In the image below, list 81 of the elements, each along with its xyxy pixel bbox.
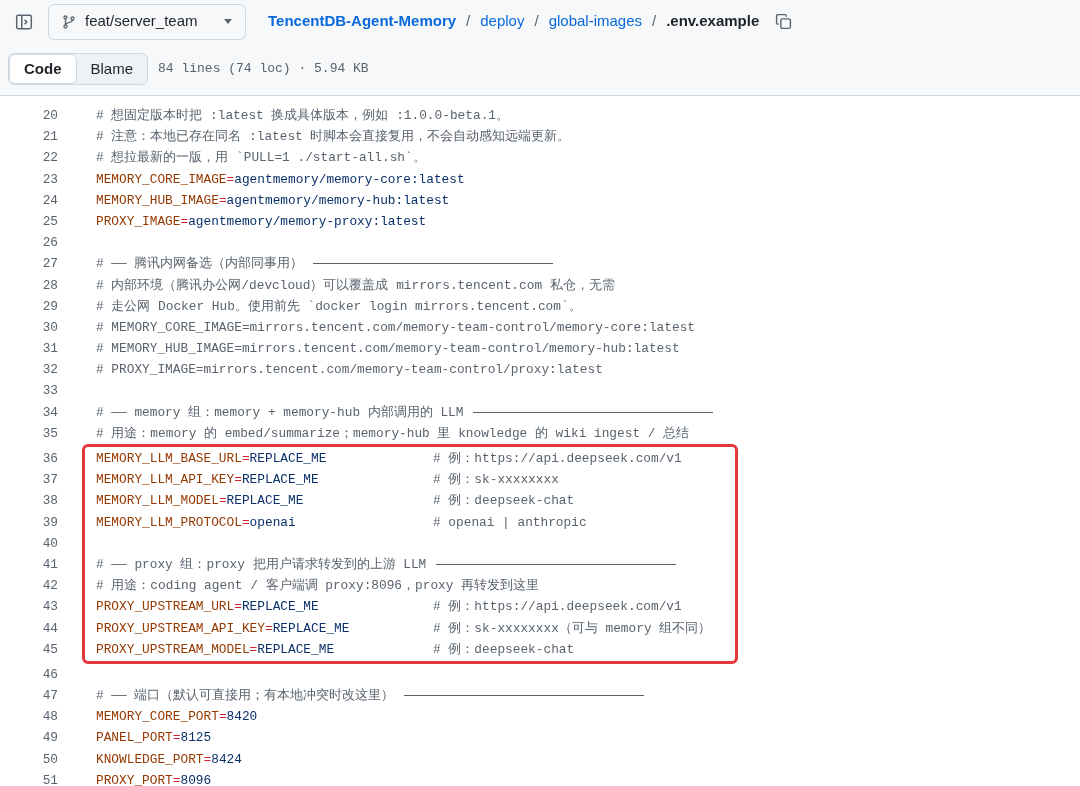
view-tab[interactable]: Blame bbox=[76, 54, 148, 84]
line-number: 25 bbox=[41, 212, 58, 231]
code-comment: # —— proxy 组：proxy 把用户请求转发到的上游 LLM bbox=[96, 555, 427, 574]
file-name: .env.example bbox=[666, 11, 760, 32]
line-number: 32 bbox=[41, 361, 58, 380]
line-number: 42 bbox=[41, 577, 58, 596]
line-number: 44 bbox=[41, 619, 58, 638]
code-assignment: MEMORY_CORE_IMAGE=agentmemory/memory-core:latest bbox=[96, 170, 465, 189]
code-assignment: PROXY_UPSTREAM_API_KEY=REPLACE_ME bbox=[96, 619, 351, 638]
code-assignment: MEMORY_HUB_IMAGE=agentmemory/memory-hub:latest bbox=[96, 191, 450, 210]
caret-icon bbox=[223, 18, 233, 25]
line-number: 23 bbox=[41, 170, 58, 189]
code-comment: # 例：sk-xxxxxxxx（可与 memory 组不同） bbox=[433, 619, 712, 638]
code-comment: # 例：https://api.deepseek.com/v1 bbox=[433, 598, 682, 617]
line-number: 26 bbox=[41, 234, 58, 253]
code-comment: # 想固定版本时把 :latest 换成具体版本，例如 :1.0.0-beta.1。 bbox=[96, 107, 509, 125]
code-comment: # 想拉最新的一版，用 `PULL=1 ./start-all.sh`。 bbox=[96, 149, 426, 168]
line-number: 34 bbox=[41, 403, 58, 422]
line-number: 36 bbox=[41, 450, 58, 468]
breadcrumb-link[interactable]: global-images bbox=[548, 10, 642, 33]
code-comment: # MEMORY_HUB_IMAGE=mirrors.tencent.com/memory-team-control/memory-hub:latest bbox=[96, 340, 680, 359]
line-number: 27 bbox=[41, 255, 58, 274]
line-number: 29 bbox=[41, 297, 58, 316]
code-comment: # openai | anthropic bbox=[433, 513, 587, 532]
breadcrumb-separator: / bbox=[534, 11, 539, 32]
code-comment: # 例：https://api.deepseek.com/v1 bbox=[433, 450, 682, 468]
breadcrumb-link[interactable]: deploy bbox=[480, 10, 525, 33]
code-assignment: PANEL_PORT=8125 bbox=[96, 729, 212, 748]
line-number: 43 bbox=[41, 598, 58, 617]
code-assignment: KNOWLEDGE_PORT=8424 bbox=[96, 750, 242, 769]
line-number: 33 bbox=[41, 382, 58, 401]
breadcrumb-separator: / bbox=[652, 11, 657, 32]
code-assignment: PROXY_UPSTREAM_URL=REPLACE_ME bbox=[96, 598, 320, 617]
line-number: 28 bbox=[41, 276, 58, 295]
line-number: 47 bbox=[41, 687, 58, 706]
code-comment: # 内部环境（腾讯办公网/devcloud）可以覆盖成 mirrors.tencent.com 私仓，无需 bbox=[96, 276, 615, 295]
line-number: 37 bbox=[41, 471, 58, 490]
code-assignment: PROXY_UPSTREAM_MODEL=REPLACE_ME bbox=[96, 640, 336, 659]
code-comment: # 例：deepseek-chat bbox=[433, 492, 575, 511]
line-number: 48 bbox=[41, 708, 58, 727]
code-comment: # MEMORY_CORE_IMAGE=mirrors.tencent.com/memory-team-control/memory-core:latest bbox=[96, 318, 695, 337]
line-number: 38 bbox=[41, 492, 58, 511]
copy-icon[interactable] bbox=[775, 13, 793, 30]
line-number: 24 bbox=[41, 191, 58, 210]
line-number: 21 bbox=[41, 128, 58, 147]
code-assignment: PROXY_IMAGE=agentmemory/memory-proxy:latest bbox=[96, 212, 427, 231]
line-number: 20 bbox=[41, 107, 58, 125]
code-comment: # 用途：memory 的 embed/summarize；memory-hub 里 knowledge 的 wiki ingest / 总结 bbox=[96, 424, 690, 443]
line-number: 30 bbox=[41, 318, 58, 337]
code-comment: # 用途：coding agent / 客户端调 proxy:8096，proxy 再转发到这里 bbox=[96, 577, 540, 596]
code-comment: # —— 腾讯内网备选（内部同事用） bbox=[96, 255, 304, 274]
code-comment: # 例：sk-xxxxxxxx bbox=[433, 471, 559, 490]
code-assignment: PROXY_PORT=8096 bbox=[96, 771, 212, 786]
line-number: 40 bbox=[41, 534, 58, 553]
breadcrumb-separator: / bbox=[466, 11, 471, 32]
code-comment: # 例：deepseek-chat bbox=[433, 640, 575, 659]
line-number: 49 bbox=[41, 729, 58, 748]
line-number: 41 bbox=[41, 555, 58, 574]
line-number: 39 bbox=[41, 513, 58, 532]
code-comment: # 注意：本地已存在同名 :latest 时脚本会直接复用，不会自动感知远端更新。 bbox=[96, 128, 571, 147]
line-number: 46 bbox=[41, 665, 58, 684]
line-number: 35 bbox=[41, 424, 58, 443]
code-comment: # —— 端口（默认可直接用；有本地冲突时改这里） bbox=[96, 687, 395, 706]
line-number: 45 bbox=[41, 640, 58, 659]
line-number: 22 bbox=[41, 149, 58, 168]
code-comment: # —— memory 组：memory + memory-hub 内部调用的 LLM bbox=[96, 403, 464, 422]
code-comment: # 走公网 Docker Hub。使用前先 `docker login mirrors.tencent.com`。 bbox=[96, 297, 582, 316]
view-tab[interactable]: Code bbox=[9, 54, 77, 84]
code-assignment: MEMORY_LLM_API_KEY=REPLACE_ME bbox=[96, 471, 320, 490]
line-number: 31 bbox=[41, 340, 58, 359]
code-comment: # PROXY_IMAGE=mirrors.tencent.com/memory-team-control/proxy:latest bbox=[96, 361, 603, 380]
line-number: 50 bbox=[41, 750, 58, 769]
branch-icon bbox=[61, 13, 77, 30]
branch-selector[interactable]: feat/server_team bbox=[48, 3, 246, 40]
code-assignment: MEMORY_LLM_MODEL=REPLACE_ME bbox=[96, 492, 305, 511]
breadcrumb-link[interactable]: TencentDB-Agent-Memory bbox=[268, 10, 457, 33]
code-assignment: MEMORY_LLM_PROTOCOL=openai bbox=[96, 513, 297, 532]
code-assignment: MEMORY_LLM_BASE_URL=REPLACE_ME bbox=[96, 450, 328, 468]
file-info: 84 lines (74 loc) · 5.94 KB bbox=[158, 60, 369, 79]
line-number: 51 bbox=[41, 771, 58, 786]
code-assignment: MEMORY_CORE_PORT=8420 bbox=[96, 708, 258, 727]
